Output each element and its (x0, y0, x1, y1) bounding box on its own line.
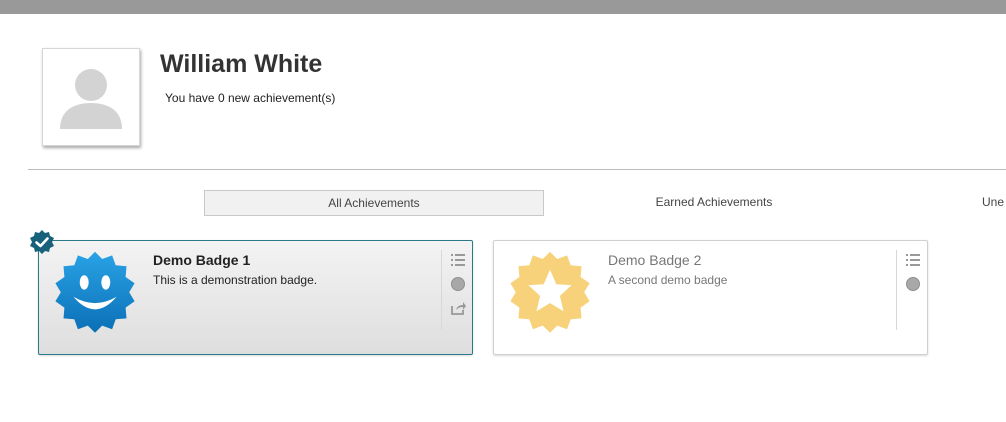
list-icon[interactable] (905, 252, 921, 268)
tab-all-achievements[interactable]: All Achievements (204, 190, 544, 216)
tab-unearned-achievements[interactable]: Une (982, 190, 1006, 214)
achievement-tabs: All Achievements Earned Achievements Une (0, 190, 1006, 216)
badge-description: This is a demonstration badge. (153, 273, 318, 287)
badge-actions (441, 250, 472, 330)
badge-description: A second demo badge (608, 273, 728, 287)
list-icon[interactable] (450, 252, 466, 268)
tab-earned-achievements[interactable]: Earned Achievements (614, 190, 814, 214)
avatar (42, 48, 140, 146)
badge-card[interactable]: Demo Badge 1 This is a demonstration bad… (38, 240, 473, 355)
smiley-badge-icon (55, 251, 135, 333)
badge-actions (896, 250, 927, 330)
achievement-count-text: You have 0 new achievement(s) (165, 91, 336, 105)
share-icon[interactable] (450, 300, 466, 316)
user-silhouette-icon (60, 69, 122, 129)
badge-title: Demo Badge 1 (153, 252, 251, 268)
badge-title: Demo Badge 2 (608, 252, 702, 268)
user-name: William White (160, 50, 323, 78)
star-badge-icon (510, 251, 590, 333)
circle-icon[interactable] (450, 276, 466, 292)
earned-check-icon (30, 230, 54, 254)
circle-icon[interactable] (905, 276, 921, 292)
badge-card[interactable]: Demo Badge 2 A second demo badge (493, 240, 928, 355)
top-bar (0, 0, 1006, 14)
divider (28, 169, 1006, 170)
